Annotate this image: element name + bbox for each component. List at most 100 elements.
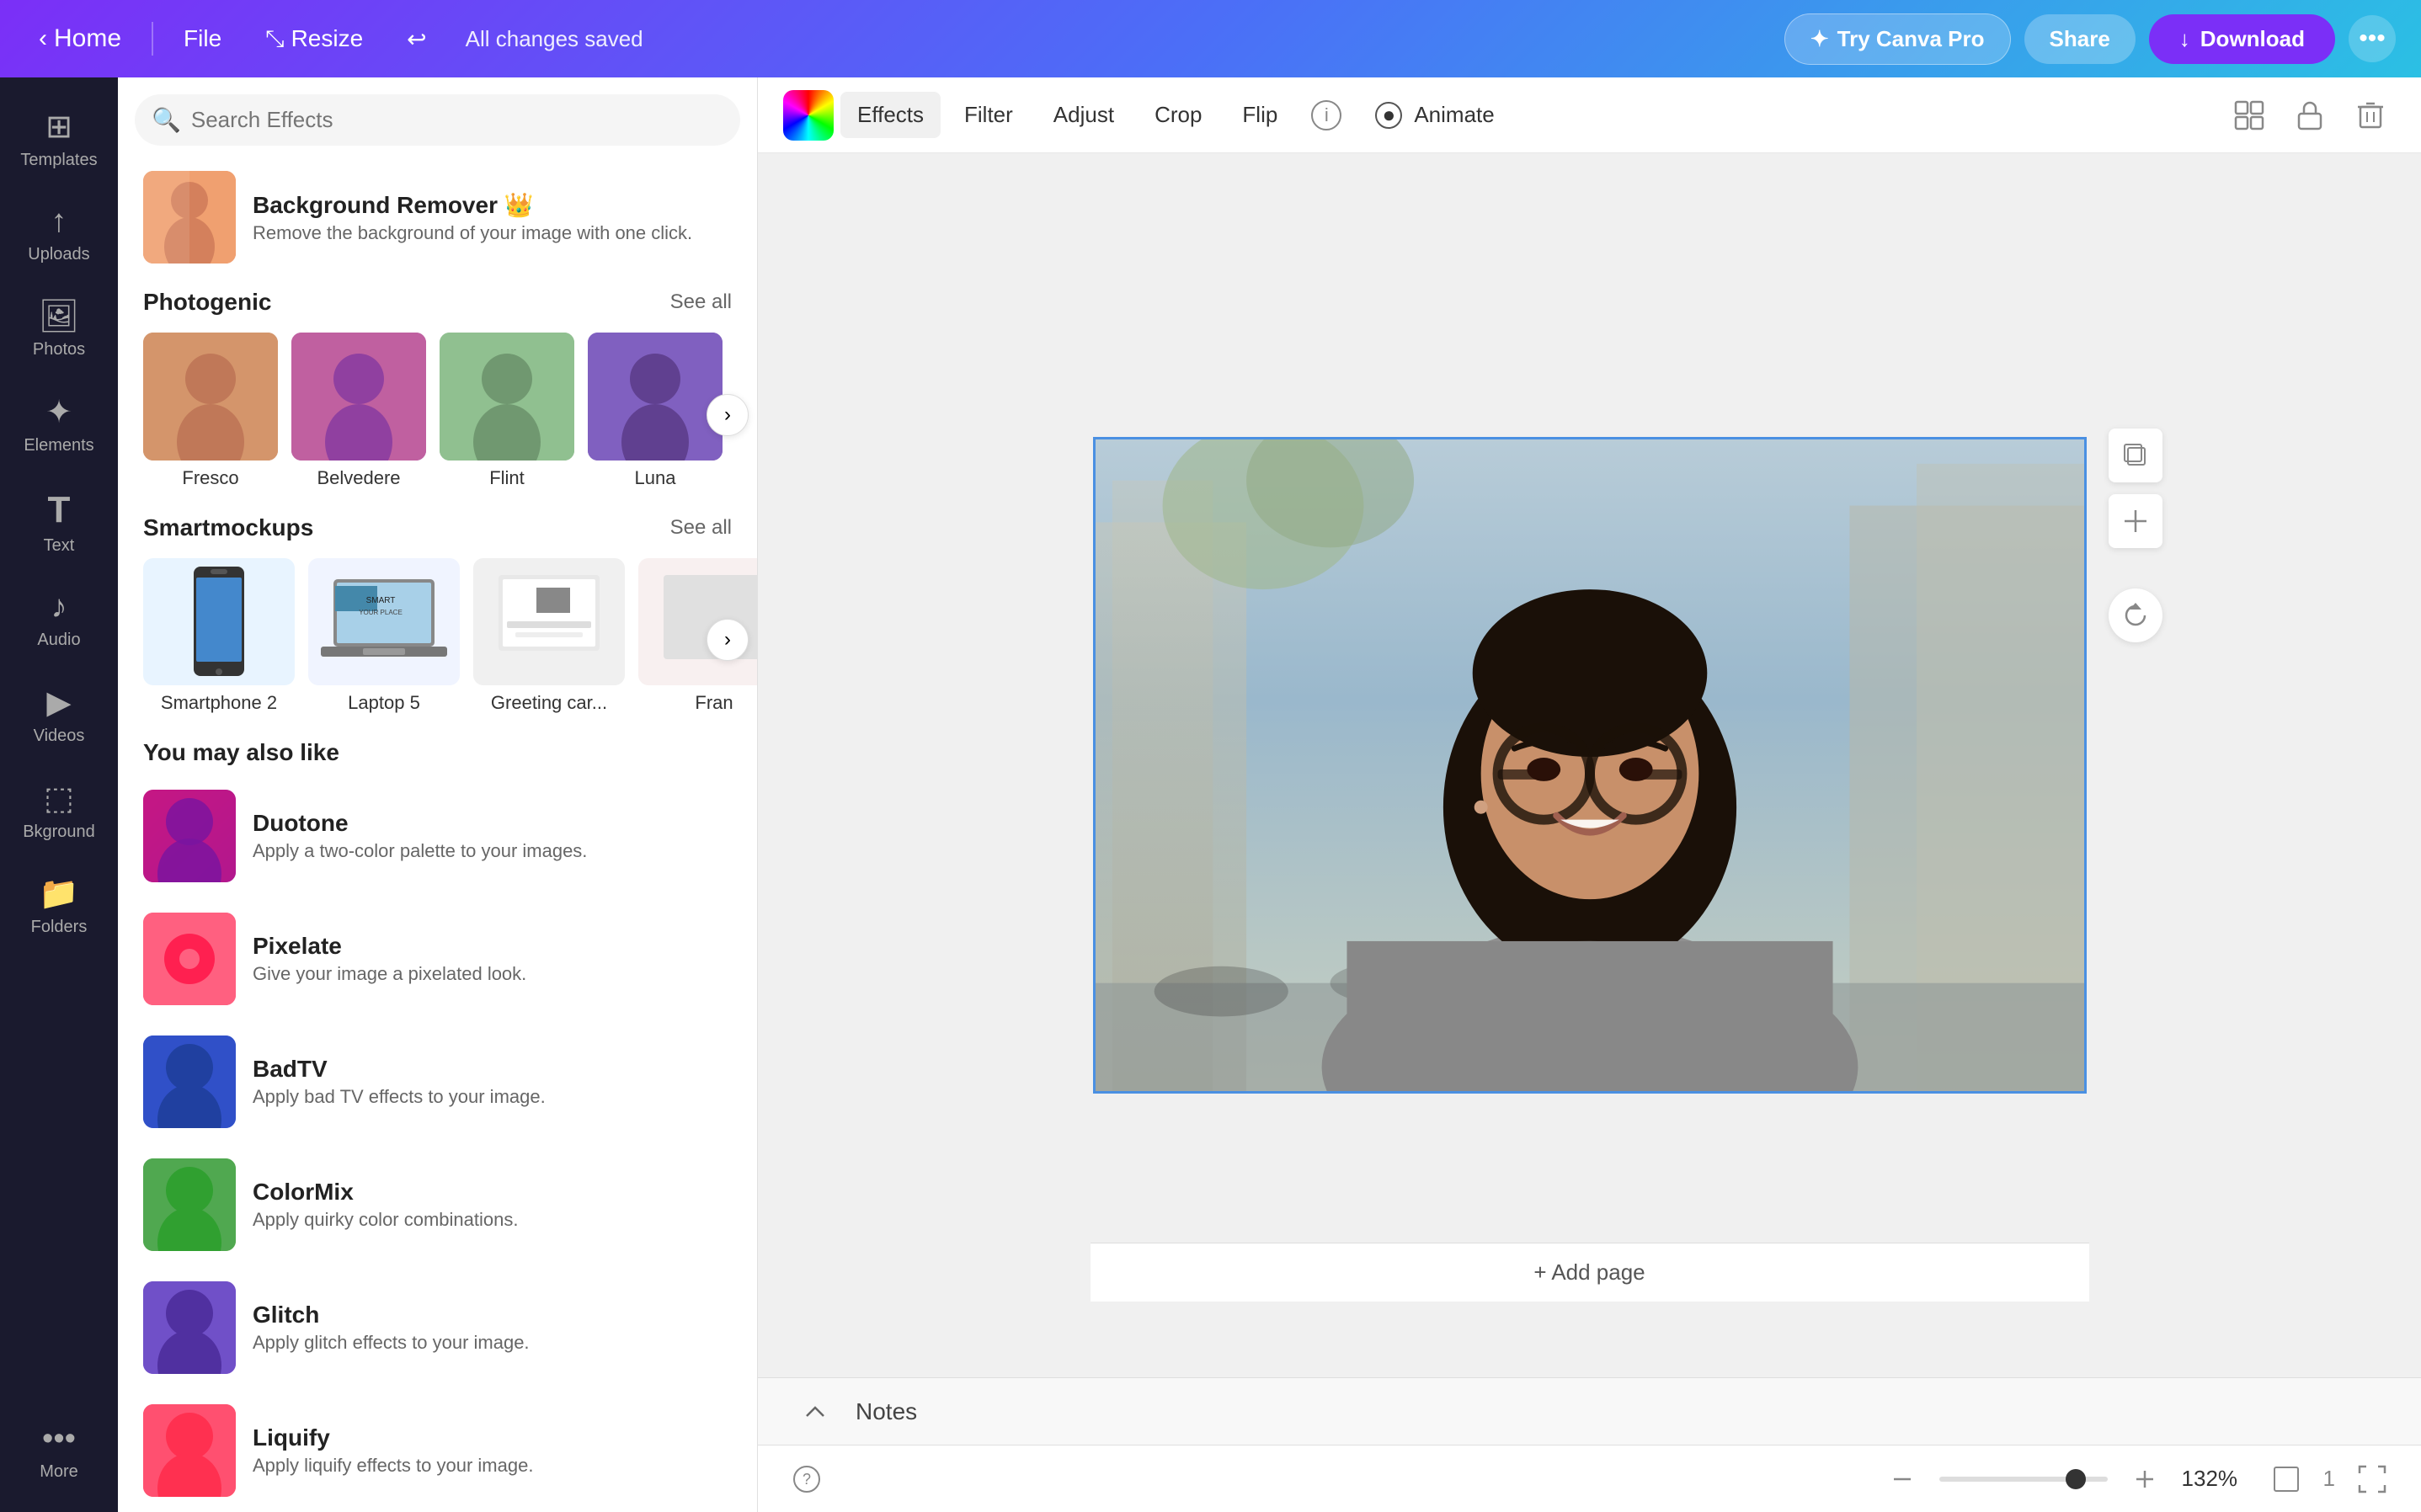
undo-button[interactable]: ↩ bbox=[393, 17, 440, 61]
filter-luna[interactable]: Luna bbox=[588, 333, 723, 489]
sidebar-item-background[interactable]: ⬚ Bkground bbox=[8, 766, 109, 855]
sidebar-item-audio[interactable]: ♪ Audio bbox=[8, 576, 109, 663]
sidebar-item-templates[interactable]: ⊞ Templates bbox=[8, 94, 109, 184]
refresh-button[interactable] bbox=[2109, 588, 2162, 642]
bg-remover-text: Background Remover 👑 Remove the backgrou… bbox=[253, 191, 692, 244]
effect-badtv[interactable]: BadTV Apply bad TV effects to your image… bbox=[118, 1020, 757, 1143]
share-button[interactable]: Share bbox=[2024, 14, 2136, 64]
zoom-in-button[interactable] bbox=[2121, 1456, 2168, 1503]
liquify-text: Liquify Apply liquify effects to your im… bbox=[253, 1424, 533, 1477]
notes-collapse-button[interactable] bbox=[792, 1388, 839, 1435]
content-area: Effects Filter Adjust Crop Flip i ● Anim… bbox=[758, 77, 2421, 1512]
effects-button[interactable]: Effects bbox=[840, 92, 941, 138]
color-swatch[interactable] bbox=[783, 90, 834, 141]
liquify-thumbnail bbox=[143, 1404, 236, 1497]
add-canvas-button[interactable] bbox=[2109, 494, 2162, 548]
flip-label: Flip bbox=[1242, 102, 1277, 128]
duotone-name: Duotone bbox=[253, 810, 587, 837]
zoom-out-button[interactable] bbox=[1879, 1456, 1926, 1503]
greetingcard-thumbnail bbox=[473, 558, 625, 686]
add-page-button[interactable]: + Add page bbox=[1091, 1243, 2089, 1302]
fresco-thumbnail bbox=[143, 333, 278, 461]
bg-remover-title: Background Remover 👑 bbox=[253, 191, 692, 219]
effect-duotone[interactable]: Duotone Apply a two-color palette to you… bbox=[118, 775, 757, 897]
filter-fresco[interactable]: Fresco bbox=[143, 333, 278, 489]
colormix-image bbox=[143, 1158, 236, 1251]
info-button[interactable]: i bbox=[1301, 90, 1352, 141]
photogenic-next-arrow[interactable]: › bbox=[707, 394, 749, 436]
smartmockups-section-header: Smartmockups See all bbox=[118, 506, 757, 550]
sidebar-item-uploads[interactable]: ↑ Uploads bbox=[8, 190, 109, 278]
uploads-label: Uploads bbox=[28, 245, 89, 264]
colormix-thumbnail bbox=[143, 1158, 236, 1251]
sidebar-item-text[interactable]: T Text bbox=[8, 476, 109, 569]
photos-label: Photos bbox=[33, 340, 85, 359]
sidebar-item-more[interactable]: ••• More bbox=[8, 1408, 109, 1495]
more-options-button[interactable]: ••• bbox=[2349, 15, 2396, 62]
download-button[interactable]: ↓ Download bbox=[2149, 14, 2335, 64]
smartmockups-next-arrow[interactable]: › bbox=[707, 619, 749, 661]
search-input[interactable] bbox=[191, 107, 723, 133]
mockup-laptop5[interactable]: SMART YOUR PLACE Laptop 5 bbox=[308, 558, 460, 715]
greeting-image bbox=[490, 567, 608, 676]
canvas-image[interactable] bbox=[1093, 437, 2087, 1094]
may-also-like-heading: You may also like bbox=[143, 739, 339, 766]
effect-pixelate[interactable]: Pixelate Give your image a pixelated loo… bbox=[118, 897, 757, 1020]
smartmockups-see-all[interactable]: See all bbox=[670, 516, 732, 540]
file-button[interactable]: File bbox=[170, 17, 235, 61]
photogenic-see-all[interactable]: See all bbox=[670, 290, 732, 314]
zoom-thumb[interactable] bbox=[2066, 1469, 2086, 1489]
duplicate-canvas-button[interactable] bbox=[2109, 429, 2162, 482]
top-navigation: ‹ Home File ⤡ Resize ↩ All changes saved… bbox=[0, 0, 2421, 77]
try-canva-pro-button[interactable]: ✦ Try Canva Pro bbox=[1784, 13, 2011, 65]
undo-icon: ↩ bbox=[407, 25, 426, 53]
text-icon: T bbox=[48, 489, 71, 531]
mockup-greetingcard[interactable]: Greeting car... bbox=[473, 558, 625, 715]
trash-icon bbox=[2357, 100, 2384, 130]
lock-icon bbox=[2296, 100, 2324, 130]
photogenic-heading: Photogenic bbox=[143, 289, 271, 316]
effect-colormix[interactable]: ColorMix Apply quirky color combinations… bbox=[118, 1143, 757, 1266]
lock-button[interactable] bbox=[2285, 90, 2335, 141]
fresco-image bbox=[143, 333, 278, 461]
add-icon bbox=[2121, 507, 2150, 535]
background-remover-item[interactable]: Background Remover 👑 Remove the backgrou… bbox=[118, 154, 757, 280]
mockup-smartphone2[interactable]: Smartphone 2 bbox=[143, 558, 295, 715]
canvas-photo bbox=[1096, 439, 2084, 1091]
page-view-button[interactable] bbox=[2263, 1456, 2310, 1503]
notes-label: Notes bbox=[856, 1398, 917, 1425]
sidebar-item-photos[interactable]: 🖼 Photos bbox=[8, 285, 109, 373]
adjust-button[interactable]: Adjust bbox=[1037, 92, 1131, 138]
flip-button[interactable]: Flip bbox=[1225, 92, 1294, 138]
bg-remover-description: Remove the background of your image with… bbox=[253, 222, 692, 244]
nav-right-actions: ✦ Try Canva Pro Share ↓ Download ••• bbox=[1784, 13, 2396, 65]
badtv-text: BadTV Apply bad TV effects to your image… bbox=[253, 1056, 546, 1108]
fullscreen-button[interactable] bbox=[2349, 1456, 2396, 1503]
duotone-image bbox=[143, 790, 236, 882]
grid-button[interactable] bbox=[2224, 90, 2274, 141]
resize-button[interactable]: ⤡ Resize bbox=[252, 17, 376, 61]
belvedere-label: Belvedere bbox=[317, 467, 400, 489]
animate-button[interactable]: ● Animate bbox=[1358, 92, 1511, 139]
sidebar-item-elements[interactable]: ✦ Elements bbox=[8, 380, 109, 469]
help-button[interactable]: ? bbox=[783, 1456, 830, 1503]
home-button[interactable]: ‹ Home bbox=[25, 16, 135, 61]
colormix-text: ColorMix Apply quirky color combinations… bbox=[253, 1179, 518, 1231]
filter-belvedere[interactable]: Belvedere bbox=[291, 333, 426, 489]
may-also-like-header: You may also like bbox=[118, 731, 757, 775]
photogenic-section-header: Photogenic See all bbox=[118, 280, 757, 324]
flint-thumbnail bbox=[440, 333, 574, 461]
filter-button[interactable]: Filter bbox=[947, 92, 1030, 138]
crop-button[interactable]: Crop bbox=[1138, 92, 1218, 138]
effect-glitch[interactable]: Glitch Apply glitch effects to your imag… bbox=[118, 1266, 757, 1389]
glitch-text: Glitch Apply glitch effects to your imag… bbox=[253, 1302, 530, 1354]
chevron-up-icon bbox=[803, 1399, 828, 1424]
left-sidebar: ⊞ Templates ↑ Uploads 🖼 Photos ✦ Element… bbox=[0, 77, 118, 1512]
filter-flint[interactable]: Flint bbox=[440, 333, 574, 489]
sidebar-item-folders[interactable]: 📁 Folders bbox=[8, 862, 109, 950]
sidebar-item-videos[interactable]: ▶ Videos bbox=[8, 670, 109, 759]
fran-image bbox=[647, 567, 757, 676]
effect-liquify[interactable]: Liquify Apply liquify effects to your im… bbox=[118, 1389, 757, 1512]
zoom-slider[interactable] bbox=[1939, 1477, 2108, 1482]
delete-button[interactable] bbox=[2345, 90, 2396, 141]
